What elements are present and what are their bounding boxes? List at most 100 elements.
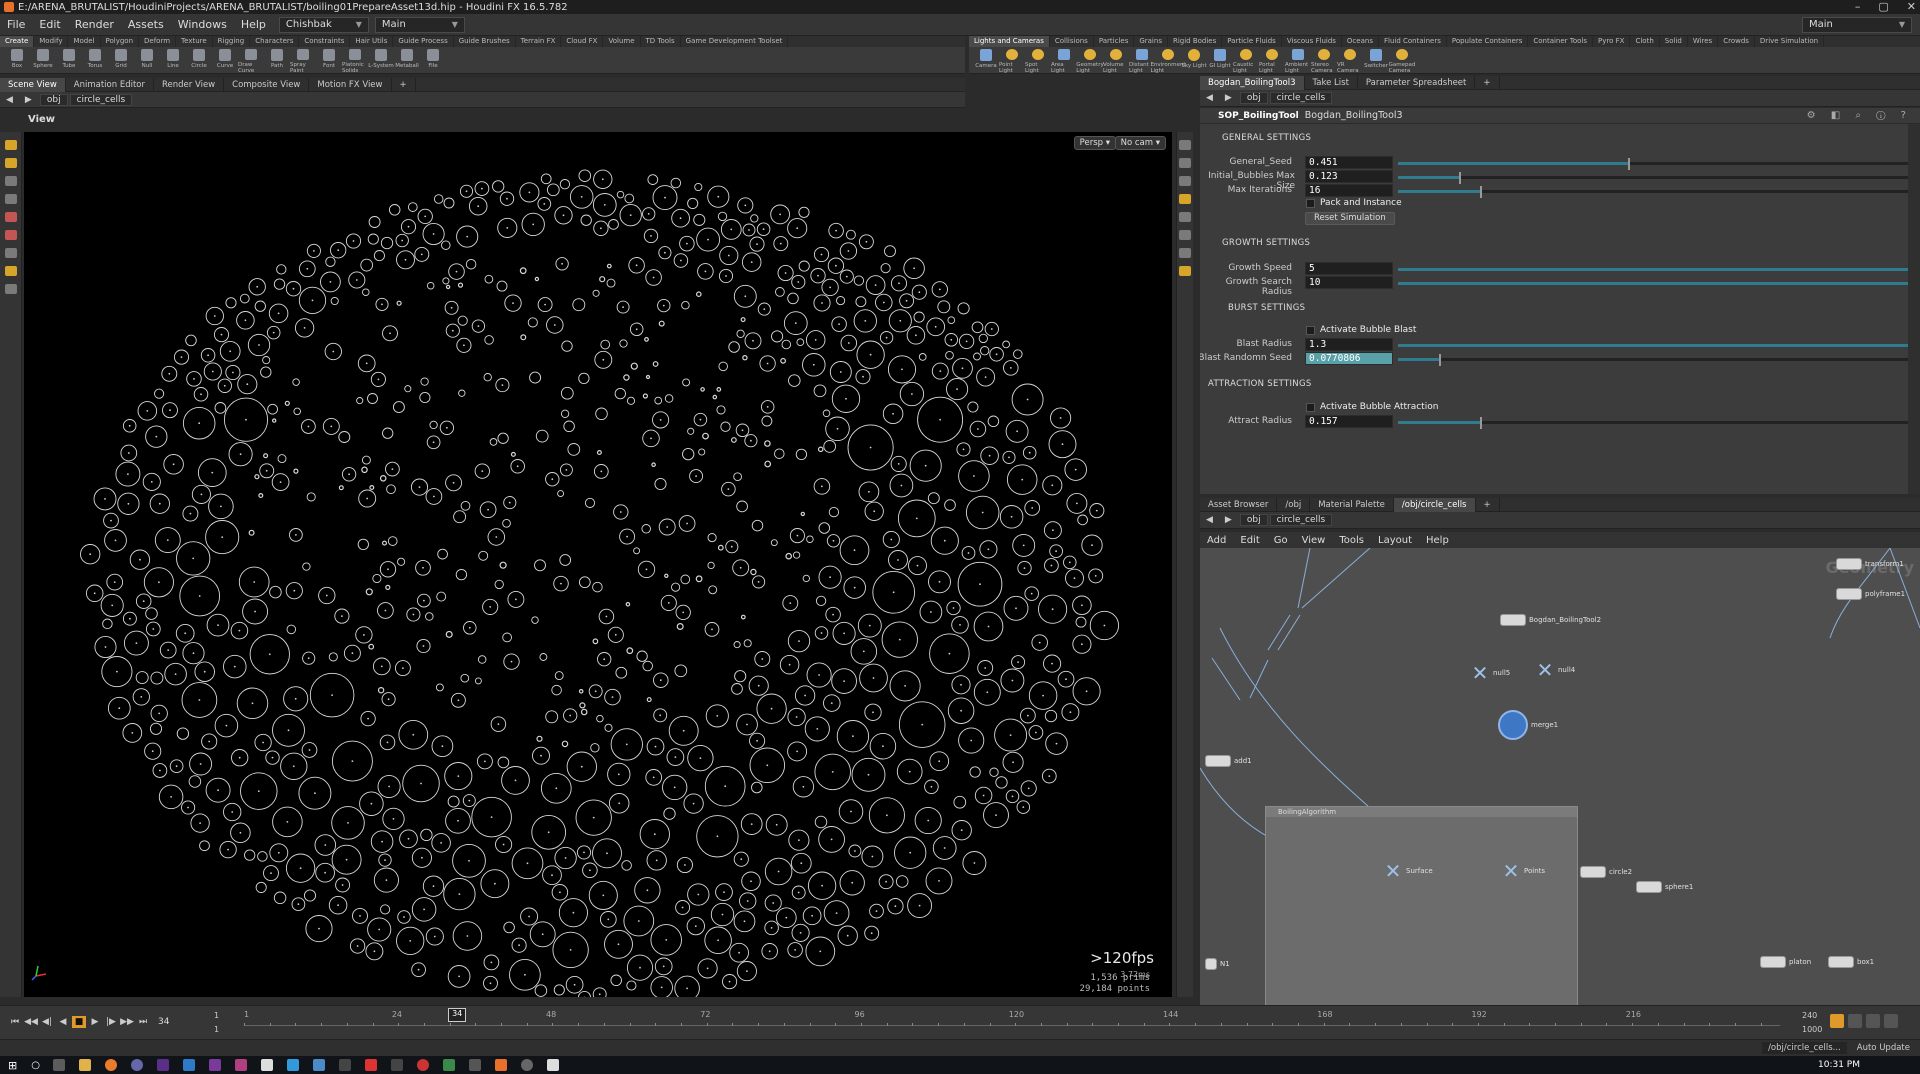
shelf-tool-point-light[interactable]: Point Light [999,49,1025,74]
app-icon-4[interactable] [338,1059,351,1071]
app-icon-11[interactable] [546,1059,559,1071]
initial-bubbles-slider[interactable] [1398,172,1908,184]
net-menu-edit[interactable]: Edit [1233,535,1266,546]
photoshop-icon[interactable] [182,1059,195,1071]
shelf-tool-camera[interactable]: Camera [973,49,999,74]
tab-parameter-spreadsheet[interactable]: Parameter Spreadsheet [1358,75,1476,90]
shelf-tab-terrain-fx[interactable]: Terrain FX [516,36,562,47]
close-button[interactable]: ✕ [1907,0,1916,14]
shelf-tab-drive-simulation[interactable]: Drive Simulation [1755,36,1825,47]
shading-icon[interactable] [1179,176,1191,186]
handle-tool-icon[interactable] [4,212,17,222]
shelf-tab-rigging[interactable]: Rigging [213,36,251,47]
general-seed-slider[interactable] [1398,158,1908,170]
select-tool-icon[interactable] [4,140,17,150]
view-tool-icon[interactable] [4,248,17,258]
ghost-icon[interactable] [1179,194,1191,204]
param-scrollbar[interactable] [1908,124,1920,494]
play-button[interactable]: ▶ [88,1016,102,1028]
shelf-tab-lights-and-cameras[interactable]: Lights and Cameras [969,36,1050,47]
path-root[interactable]: obj [39,93,68,106]
shelf-tool-box[interactable]: Box [4,49,30,74]
app-icon-7[interactable] [416,1059,429,1071]
file-explorer-icon[interactable] [78,1059,91,1071]
forward-arrow-icon[interactable]: ▶ [1219,515,1238,525]
shelf-tool-portal-light[interactable]: Portal Light [1259,49,1285,74]
shelf-tool-geometry-light[interactable]: Geometry Light [1076,49,1104,74]
shelf-tab-viscous-fluids[interactable]: Viscous Fluids [1282,36,1342,47]
node-polyframe[interactable]: polyframe1 [1836,588,1905,600]
shelf-tab-td-tools[interactable]: TD Tools [641,36,681,47]
net-menu-add[interactable]: Add [1200,535,1233,546]
add-tab-icon[interactable]: + [392,77,416,92]
key-icon[interactable] [1830,1014,1844,1028]
tab-motion-fx-view[interactable]: Motion FX View [309,77,392,92]
menu-help[interactable]: Help [234,18,273,31]
display-option-icon[interactable] [1179,140,1191,150]
global-animation-icon[interactable] [1884,1014,1898,1028]
app-icon-3[interactable] [312,1059,325,1071]
next-key-button[interactable]: ▶▶ [120,1016,134,1028]
forward-arrow-icon[interactable]: ▶ [19,95,38,105]
shelf-tab-guide-brushes[interactable]: Guide Brushes [454,36,516,47]
shelf-tab-polygon[interactable]: Polygon [101,36,140,47]
tab-scene-view[interactable]: Scene View [0,77,66,92]
blast-radius-slider[interactable] [1398,344,1908,347]
shelf-tool-font[interactable]: Font [316,49,342,74]
shelf-tab-model[interactable]: Model [68,36,101,47]
menu-file[interactable]: File [0,18,32,31]
rotate-tool-icon[interactable] [4,176,17,186]
tab-circle-cells[interactable]: /obj/circle_cells [1393,497,1476,512]
net-menu-help[interactable]: Help [1419,535,1456,546]
tab-take-list[interactable]: Take List [1305,75,1358,90]
param-header-icons[interactable]: ⚙ ◧ ⌕ ⓘ ? [1807,110,1912,121]
camera-button[interactable]: No cam ▾ [1114,136,1166,150]
tab-animation-editor[interactable]: Animation Editor [66,77,154,92]
shelf-tool-area-light[interactable]: Area Light [1051,49,1077,74]
clock[interactable]: 10:31 PM [1818,1060,1860,1070]
node-null5[interactable]: ✕ null5 [1470,663,1511,683]
slider-knob[interactable] [1479,417,1482,429]
node-circle2[interactable]: circle2 [1580,866,1632,878]
shelf-tab-cloth[interactable]: Cloth [1630,36,1660,47]
shelf-tool-caustic-light[interactable]: Caustic Light [1233,49,1259,74]
premiere-icon[interactable] [208,1059,221,1071]
browser-icon[interactable] [130,1059,143,1071]
shelf-tool-path[interactable]: Path [264,49,290,74]
shelf-tab-create[interactable]: Create [0,36,35,47]
search-icon[interactable]: ○ [31,1060,40,1071]
shelf-tool-gamepad-camera[interactable]: Gamepad Camera [1389,49,1415,74]
maximize-button[interactable]: ▢ [1878,0,1888,14]
step-back-button[interactable]: ◀| [40,1016,54,1028]
play-reverse-button[interactable]: ◀ [56,1016,70,1028]
tab-composite-view[interactable]: Composite View [224,77,310,92]
lock-camera-icon[interactable] [1179,158,1191,168]
node-boiling-tool[interactable]: Bogdan_BoilingTool2 [1500,614,1601,626]
network-editor[interactable]: Geometry Bogdan_BoilingTool2 ✕ null5 ✕ n… [1200,548,1920,1005]
add-tab-icon[interactable]: + [1475,75,1500,90]
net-menu-view[interactable]: View [1295,535,1333,546]
net-menu-layout[interactable]: Layout [1371,535,1419,546]
add-tab-icon[interactable]: + [1476,497,1500,512]
tab-parameters[interactable]: Bogdan_BoilingTool3 [1200,75,1305,90]
shelf-tool-sphere[interactable]: Sphere [30,49,56,74]
shelf-tab-pyro-fx[interactable]: Pyro FX [1593,36,1631,47]
shelf-tab-volume[interactable]: Volume [603,36,641,47]
app-icon-8[interactable] [442,1059,455,1071]
display-flag-icon[interactable] [1179,266,1191,276]
shelf-tab-solid[interactable]: Solid [1660,36,1688,47]
attract-radius-field[interactable]: 0.157 [1305,415,1393,428]
status-path[interactable]: /obj/circle_cells... [1762,1042,1847,1054]
shelf-tool-spray-paint[interactable]: Spray Paint [290,49,316,74]
max-iterations-field[interactable]: 16 [1305,184,1393,197]
shelf-tab-populate-containers[interactable]: Populate Containers [1447,36,1529,47]
workspace-combo[interactable]: Main ▼ [374,16,465,33]
slider-knob[interactable] [1627,158,1630,170]
range-end-field[interactable]: 1000 [1802,1025,1822,1034]
shelf-tab-container-tools[interactable]: Container Tools [1528,36,1594,47]
tab-obj[interactable]: /obj [1277,497,1311,512]
prev-key-button[interactable]: ◀◀ [24,1016,38,1028]
shelf-tab-particle-fluids[interactable]: Particle Fluids [1222,36,1282,47]
blast-seed-field[interactable]: 0.0770806 [1305,352,1393,365]
audio-icon[interactable] [1848,1014,1862,1028]
